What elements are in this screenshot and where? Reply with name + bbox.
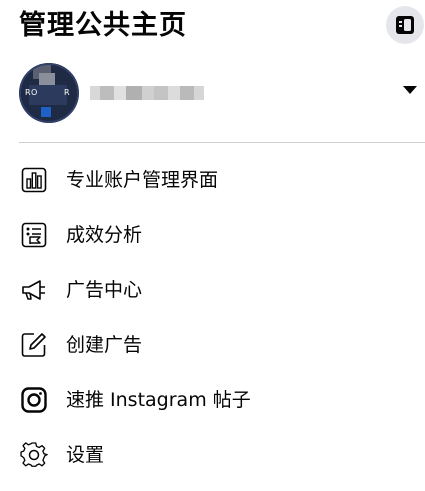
- menu-item-label: 设置: [66, 444, 105, 466]
- instagram-icon: [21, 387, 47, 413]
- menu-item-insights[interactable]: 成效分析: [0, 208, 425, 260]
- menu-item-create-ad[interactable]: 创建广告: [0, 318, 425, 370]
- sidebar-collapse-icon: [396, 16, 414, 34]
- page-title: 管理公共主页: [19, 10, 187, 41]
- avatar[interactable]: RO R: [19, 63, 79, 123]
- megaphone-icon: [22, 280, 45, 300]
- caret-down-icon[interactable]: [403, 86, 417, 94]
- menu-item-label: 成效分析: [66, 224, 143, 246]
- avatar-text-left: RO: [25, 88, 38, 97]
- menu-item-settings[interactable]: 设置: [0, 428, 425, 480]
- divider: [19, 142, 425, 143]
- page-name-redacted: [90, 86, 204, 100]
- menu-item-professional-dashboard[interactable]: 专业账户管理界面: [0, 153, 425, 205]
- menu-item-label: 创建广告: [66, 334, 143, 356]
- menu-item-label: 速推 Instagram 帖子: [66, 389, 251, 411]
- page-switcher[interactable]: RO R: [0, 60, 425, 126]
- menu-item-label: 广告中心: [66, 279, 143, 301]
- edit-pencil-icon: [21, 333, 46, 357]
- insights-flag-icon: [21, 222, 47, 248]
- menu-item-label: 专业账户管理界面: [66, 169, 219, 191]
- avatar-text-right: R: [64, 88, 71, 97]
- menu-item-boost-instagram-post[interactable]: 速推 Instagram 帖子: [0, 373, 425, 425]
- bar-chart-icon: [21, 167, 47, 193]
- header: 管理公共主页: [0, 0, 425, 56]
- menu-item-ad-center[interactable]: 广告中心: [0, 263, 425, 315]
- gear-icon: [20, 442, 48, 467]
- collapse-sidebar-button[interactable]: [386, 6, 424, 44]
